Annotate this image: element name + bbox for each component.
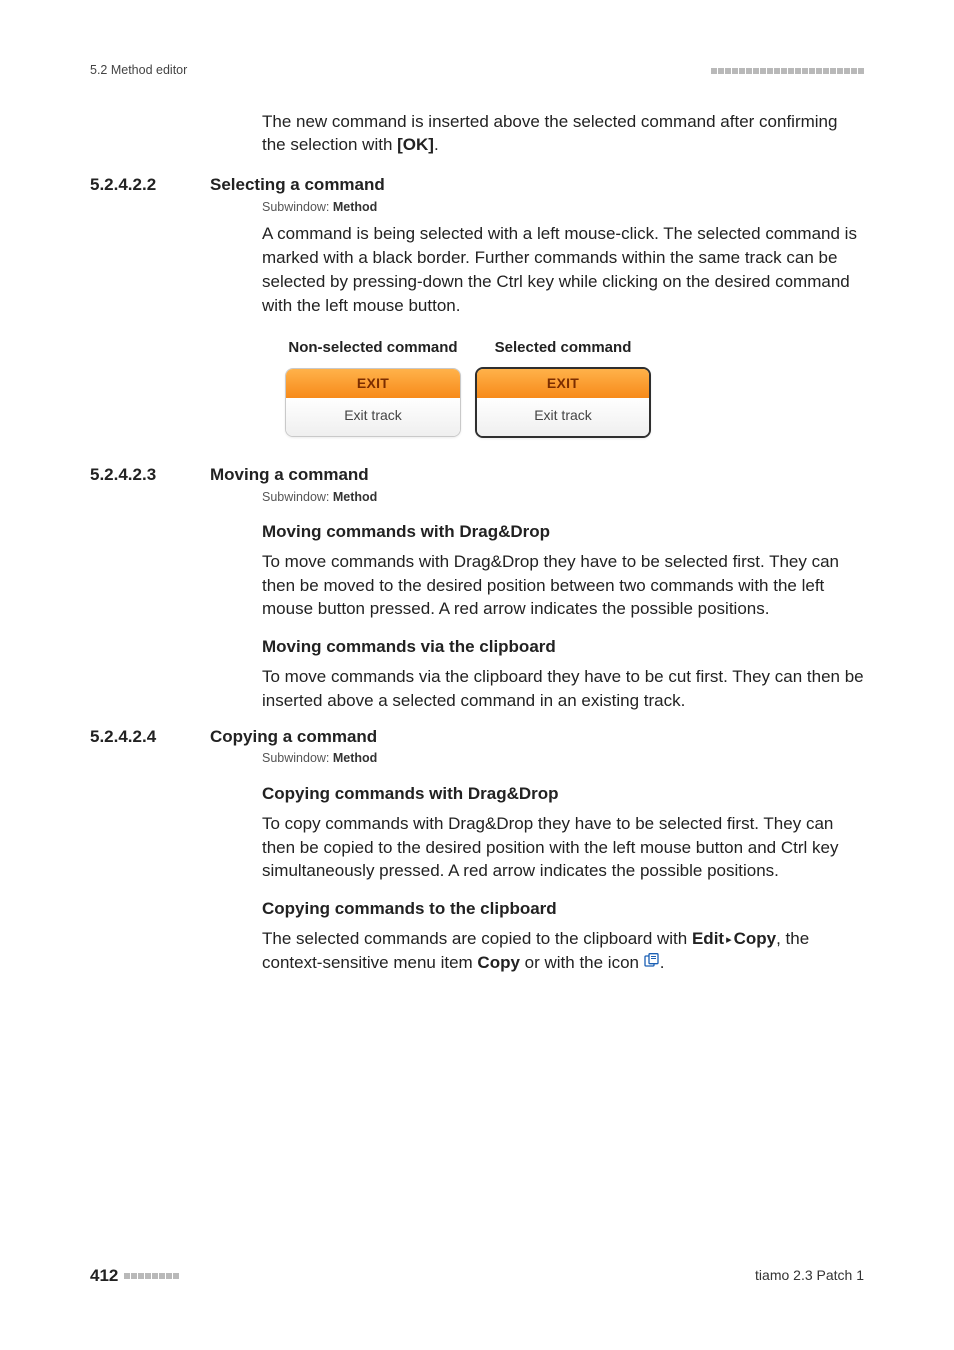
subwindow-label: Subwindow:	[262, 490, 333, 504]
text-fragment: The selected commands are copied to the …	[262, 929, 692, 948]
command-box-body: Exit track	[286, 398, 460, 436]
body-paragraph: To move commands via the clipboard they …	[262, 665, 864, 713]
subwindow-label: Subwindow:	[262, 200, 333, 214]
subwindow-line: Subwindow: Method	[262, 199, 864, 217]
page-header: 5.2 Method editor	[90, 62, 864, 80]
subwindow-value: Method	[333, 751, 377, 765]
body-paragraph: To move commands with Drag&Drop they hav…	[262, 550, 864, 621]
subsection-heading: Copying commands to the clipboard	[262, 897, 864, 921]
section-title: Selecting a command	[210, 173, 385, 197]
body-paragraph: The selected commands are copied to the …	[262, 927, 864, 975]
section-number: 5.2.4.2.2	[90, 173, 210, 197]
command-box-nonselected: EXIT Exit track	[285, 368, 461, 437]
body-paragraph: A command is being selected with a left …	[262, 222, 864, 317]
intro-text-a: The new command is inserted above the se…	[262, 112, 837, 155]
text-fragment: or with the icon	[520, 953, 644, 972]
header-ornament	[711, 68, 864, 74]
section-title: Moving a command	[210, 463, 369, 487]
subwindow-value: Method	[333, 490, 377, 504]
text-fragment: .	[660, 953, 665, 972]
subwindow-line: Subwindow: Method	[262, 750, 864, 768]
copy-icon	[644, 950, 660, 974]
section-number: 5.2.4.2.3	[90, 463, 210, 487]
menu-copy: Copy	[477, 953, 520, 972]
command-box-body: Exit track	[477, 398, 649, 436]
intro-text-b: .	[434, 135, 439, 154]
subsection-heading: Moving commands via the clipboard	[262, 635, 864, 659]
header-section-path: 5.2 Method editor	[90, 62, 187, 80]
ok-label: [OK]	[397, 135, 434, 154]
section-title: Copying a command	[210, 725, 377, 749]
footer-ornament	[124, 1273, 179, 1279]
subwindow-value: Method	[333, 200, 377, 214]
subwindow-label: Subwindow:	[262, 751, 333, 765]
footer-product: tiamo 2.3 Patch 1	[755, 1266, 864, 1286]
page-number: 412	[90, 1264, 118, 1288]
body-paragraph: To copy commands with Drag&Drop they hav…	[262, 812, 864, 883]
triangle-icon: ▸	[724, 934, 734, 946]
subsection-heading: Copying commands with Drag&Drop	[262, 782, 864, 806]
menu-edit: Edit	[692, 929, 724, 948]
command-box-selected: EXIT Exit track	[475, 367, 651, 438]
section-heading: 5.2.4.2.2 Selecting a command	[90, 173, 864, 197]
col-header-selected: Selected command	[474, 336, 652, 360]
page-footer: 412 tiamo 2.3 Patch 1	[90, 1264, 864, 1288]
subwindow-line: Subwindow: Method	[262, 489, 864, 507]
menu-copy: Copy	[734, 929, 777, 948]
section-number: 5.2.4.2.4	[90, 725, 210, 749]
section-heading: 5.2.4.2.3 Moving a command	[90, 463, 864, 487]
subsection-heading: Moving commands with Drag&Drop	[262, 520, 864, 544]
intro-paragraph: The new command is inserted above the se…	[90, 110, 864, 158]
col-header-nonselected: Non-selected command	[284, 336, 462, 360]
command-box-header: EXIT	[286, 369, 460, 399]
section-heading: 5.2.4.2.4 Copying a command	[90, 725, 864, 749]
command-box-header: EXIT	[477, 369, 649, 399]
command-comparison-table: Non-selected command Selected command EX…	[272, 330, 664, 445]
